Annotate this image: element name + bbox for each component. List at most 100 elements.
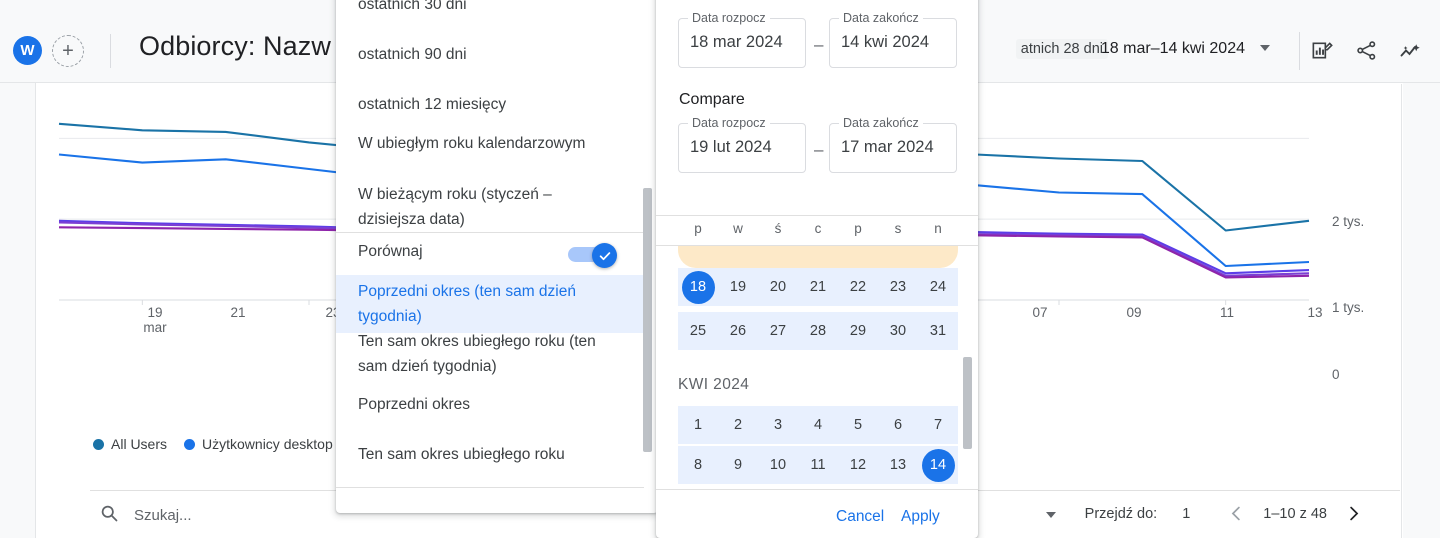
compare-end-date-field[interactable]: Data zakończ 17 mar 2024 <box>829 116 957 173</box>
calendar-day-24[interactable]: 24 <box>918 268 958 306</box>
page-title: Odbiorcy: Nazw <box>139 31 331 61</box>
chevron-down-icon[interactable] <box>1260 45 1270 51</box>
dropdown-item-same-period-last-year[interactable]: Ten sam okres ubiegłego roku <box>336 442 644 467</box>
compare-section-title: Compare <box>679 91 745 108</box>
dropdown-item-previous-period[interactable]: Poprzedni okres <box>336 392 644 417</box>
goto-label: Przejdź do: <box>1084 505 1158 522</box>
start-date-field[interactable]: Data rozpocz 18 mar 2024 <box>678 11 806 68</box>
end-date-field[interactable]: Data zakończ 14 kwi 2024 <box>829 11 957 68</box>
search-icon <box>99 503 119 528</box>
weekday-n: n <box>934 221 942 236</box>
calendar-week-row: 1 2 3 4 5 6 7 <box>678 406 958 444</box>
calendar-day-apr-9[interactable]: 9 <box>718 446 758 484</box>
legend-label: Użytkownicy desktop <box>202 436 333 452</box>
x-axis-tick-13: 13 <box>1307 305 1323 320</box>
y-axis-label-0: 0 <box>1332 367 1340 382</box>
dropdown-item-this-year[interactable]: W bieżącym roku (styczeń – dzisiejsza da… <box>336 182 644 232</box>
compare-toggle[interactable] <box>568 243 622 268</box>
x-axis-tick-09: 09 <box>1126 305 1142 320</box>
date-range-text[interactable]: 18 mar–14 kwi 2024 <box>1101 40 1245 58</box>
dropdown-scrollbar[interactable] <box>643 188 652 452</box>
calendar-day-apr-12[interactable]: 12 <box>838 446 878 484</box>
calendar-day-21[interactable]: 21 <box>798 268 838 306</box>
calendar-week-row: 25 26 27 28 29 30 31 <box>678 312 958 350</box>
x-axis-tick-07: 07 <box>1032 305 1048 320</box>
calendar-day-19[interactable]: 19 <box>718 268 758 306</box>
calendar-day-27[interactable]: 27 <box>758 312 798 350</box>
weekday-p1: p <box>694 221 702 236</box>
y-axis-label-2k: 2 tys. <box>1332 214 1365 229</box>
calendar-day-22[interactable]: 22 <box>838 268 878 306</box>
x-axis-tick-19mar: 19 mar <box>143 305 167 335</box>
dropdown-item-last-12-months[interactable]: ostatnich 12 miesięcy <box>336 92 644 117</box>
start-date-value: 18 mar 2024 <box>690 33 783 51</box>
start-date-label: Data rozpocz <box>688 11 770 25</box>
dropdown-item-last-30-days[interactable]: ostatnich 30 dni <box>336 0 644 17</box>
right-gutter <box>1403 83 1440 538</box>
dropdown-item-last-90-days[interactable]: ostatnich 90 dni <box>336 42 644 67</box>
weekday-s1: ś <box>774 221 782 236</box>
calendar-day-18[interactable]: 18 <box>678 268 718 306</box>
calendar-day-23[interactable]: 23 <box>878 268 918 306</box>
calendar-day-apr-13[interactable]: 13 <box>878 446 918 484</box>
legend-color-dot <box>184 438 196 450</box>
calendar-day-apr-5[interactable]: 5 <box>838 406 878 444</box>
calendar-day-apr-14[interactable]: 14 <box>918 446 958 484</box>
calendar-day-26[interactable]: 26 <box>718 312 758 350</box>
legend-color-dot <box>93 438 104 450</box>
toggle-knob-check-icon <box>592 243 617 268</box>
legend-label: All Users <box>111 436 168 452</box>
dropdown-divider <box>336 232 644 233</box>
calendar-day-apr-3[interactable]: 3 <box>758 406 798 444</box>
calendar-month-title-apr: KWI 2024 <box>678 376 750 393</box>
avatar[interactable]: W <box>13 36 42 65</box>
weekday-header-row: p w ś c p s n <box>678 221 958 236</box>
date-range-chip[interactable]: atnich 28 dni <box>1015 39 1108 59</box>
calendar-day-apr-6[interactable]: 6 <box>878 406 918 444</box>
chevron-left-icon[interactable] <box>1227 504 1246 523</box>
plus-icon[interactable]: + <box>52 35 84 67</box>
calendar-day-31[interactable]: 31 <box>918 312 958 350</box>
calendar-day-apr-1[interactable]: 1 <box>678 406 718 444</box>
dropdown-item-same-period-last-year-same-weekday[interactable]: Ten sam okres ubiegłego roku (ten sam dz… <box>336 329 644 379</box>
calendar-header-divider <box>656 215 978 216</box>
calendar-day-25[interactable]: 25 <box>678 312 718 350</box>
calendar-day-30[interactable]: 30 <box>878 312 918 350</box>
date-range-picker-panel: Data rozpocz 18 mar 2024 – Data zakończ … <box>656 0 978 538</box>
compare-start-date-label: Data rozpocz <box>688 116 770 130</box>
insights-edit-icon[interactable] <box>1304 33 1338 67</box>
calendar-day-apr-4[interactable]: 4 <box>798 406 838 444</box>
compare-toggle-row[interactable]: Porównaj <box>336 240 644 270</box>
calendar-day-28[interactable]: 28 <box>798 312 838 350</box>
cancel-button[interactable]: Cancel <box>836 508 884 526</box>
chevron-right-icon[interactable] <box>1344 504 1363 523</box>
weekday-w: w <box>733 221 743 236</box>
dropdown-item-last-calendar-year[interactable]: W ubiegłym roku kalendarzowym <box>336 131 644 156</box>
trend-sparkle-icon[interactable] <box>1394 33 1428 67</box>
compare-dropdown-panel: ostatnich 30 dni ostatnich 90 dni ostatn… <box>336 0 658 513</box>
toolbar-divider-2 <box>1299 32 1300 70</box>
calendar-day-29[interactable]: 29 <box>838 312 878 350</box>
compare-end-date-value: 17 mar 2024 <box>841 138 934 156</box>
calendar-day-apr-10[interactable]: 10 <box>758 446 798 484</box>
legend-item-desktop[interactable]: Użytkownicy desktop <box>184 436 333 452</box>
weekday-c: c <box>814 221 822 236</box>
calendar-day-apr-7[interactable]: 7 <box>918 406 958 444</box>
end-date-label: Data zakończ <box>839 11 923 25</box>
apply-button[interactable]: Apply <box>901 508 940 526</box>
pagination: Przejdź do: 1 1–10 z 48 <box>1085 504 1363 523</box>
calendar-day-apr-2[interactable]: 2 <box>718 406 758 444</box>
legend-item-all-users[interactable]: All Users <box>93 436 167 452</box>
calendar-day-20[interactable]: 20 <box>758 268 798 306</box>
page-number-input[interactable]: 1 <box>1182 506 1190 522</box>
compare-start-date-field[interactable]: Data rozpocz 19 lut 2024 <box>678 116 806 173</box>
left-sidebar-strip[interactable] <box>0 83 36 538</box>
calendar-day-apr-11[interactable]: 11 <box>798 446 838 484</box>
weekday-p2: p <box>854 221 862 236</box>
calendar-scrollbar[interactable] <box>963 357 972 449</box>
dropdown-footer-divider <box>336 487 644 488</box>
share-icon[interactable] <box>1349 33 1383 67</box>
calendar-day-apr-8[interactable]: 8 <box>678 446 718 484</box>
rows-per-page-chevron-icon[interactable] <box>1046 512 1056 518</box>
dropdown-item-previous-period-same-weekday[interactable]: Poprzedni okres (ten sam dzień tygodnia) <box>336 275 644 333</box>
